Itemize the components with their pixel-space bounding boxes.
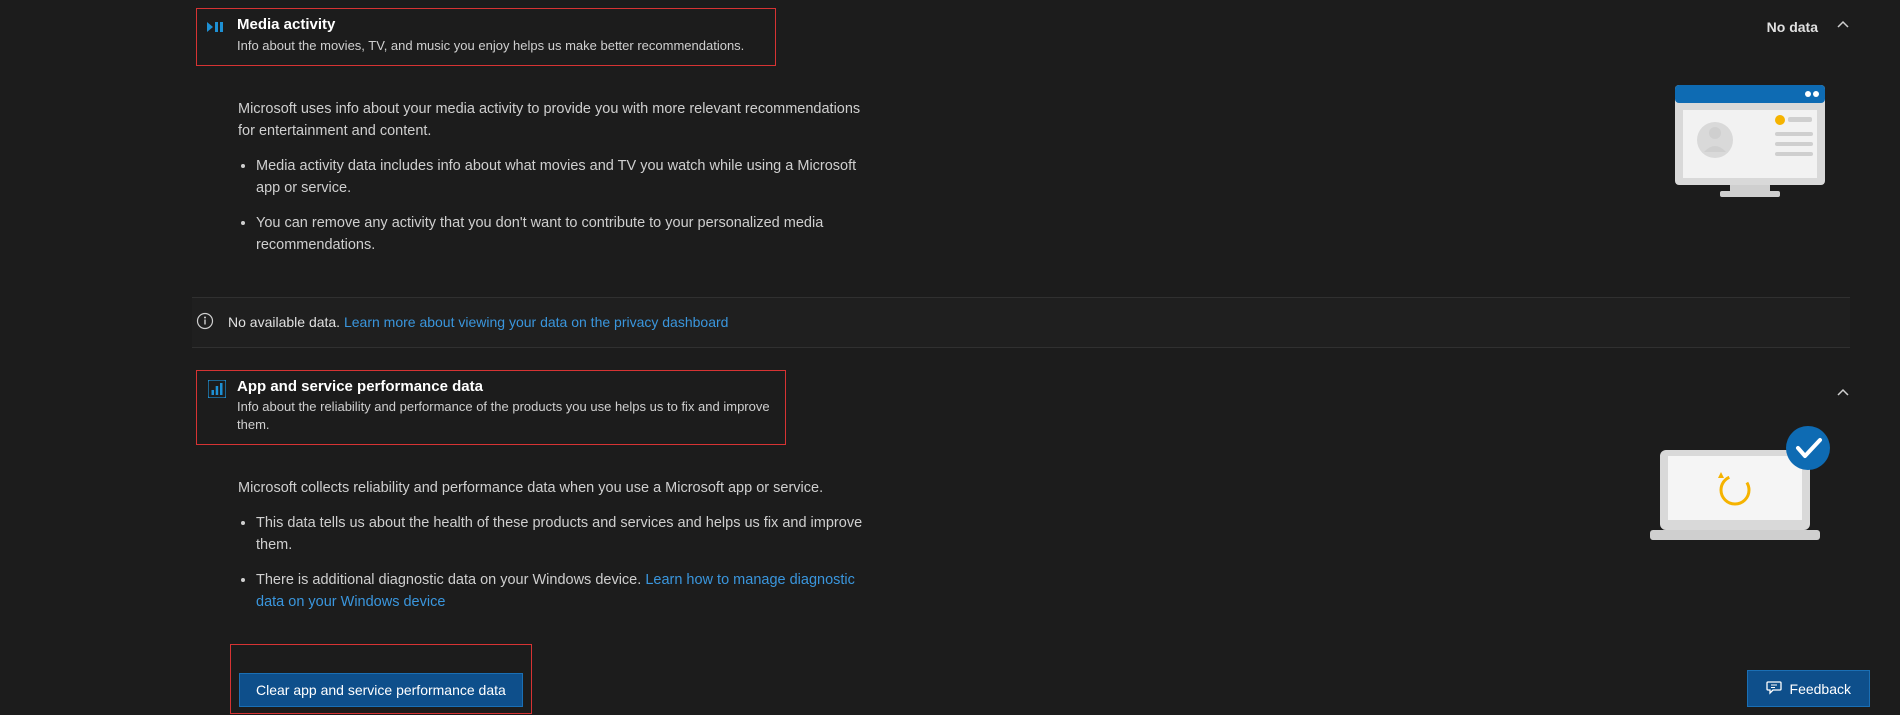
bullet-item: There is additional diagnostic data on y… [256, 569, 878, 614]
section-intro: Microsoft collects reliability and perfo… [238, 477, 878, 499]
info-icon [196, 312, 214, 333]
feedback-icon [1766, 679, 1782, 698]
bullet-item: You can remove any activity that you don… [256, 212, 878, 257]
clear-performance-data-button[interactable]: Clear app and service performance data [239, 673, 523, 707]
no-data-info-bar: No available data. Learn more about view… [192, 297, 1850, 348]
chevron-up-icon[interactable] [1836, 386, 1850, 403]
media-activity-body: Microsoft uses info about your media act… [238, 98, 878, 257]
section-subtitle: Info about the reliability and performan… [237, 398, 775, 434]
status-label: No data [1767, 19, 1818, 35]
section-intro: Microsoft uses info about your media act… [238, 98, 878, 143]
feedback-label: Feedback [1790, 681, 1851, 697]
performance-illustration [1650, 420, 1830, 553]
media-play-icon [207, 17, 227, 37]
chevron-up-icon[interactable] [1836, 18, 1850, 35]
performance-data-header[interactable]: App and service performance data Info ab… [180, 362, 1520, 454]
section-title: Media activity [237, 15, 744, 35]
chart-icon [207, 379, 227, 399]
section-subtitle: Info about the movies, TV, and music you… [237, 37, 744, 55]
annotation-highlight: Media activity Info about the movies, TV… [196, 8, 776, 66]
media-activity-illustration [1660, 80, 1830, 223]
media-activity-header[interactable]: Media activity Info about the movies, TV… [180, 0, 1520, 74]
feedback-button[interactable]: Feedback [1747, 670, 1870, 707]
learn-more-link[interactable]: Learn more about viewing your data on th… [344, 314, 728, 330]
performance-data-body: Microsoft collects reliability and perfo… [238, 477, 878, 713]
section-title: App and service performance data [237, 377, 775, 397]
bullet-item: This data tells us about the health of t… [256, 512, 878, 557]
info-text: No available data. [228, 314, 340, 330]
bullet-item: Media activity data includes info about … [256, 155, 878, 200]
annotation-highlight: Clear app and service performance data [230, 644, 532, 714]
annotation-highlight: App and service performance data Info ab… [196, 370, 786, 446]
